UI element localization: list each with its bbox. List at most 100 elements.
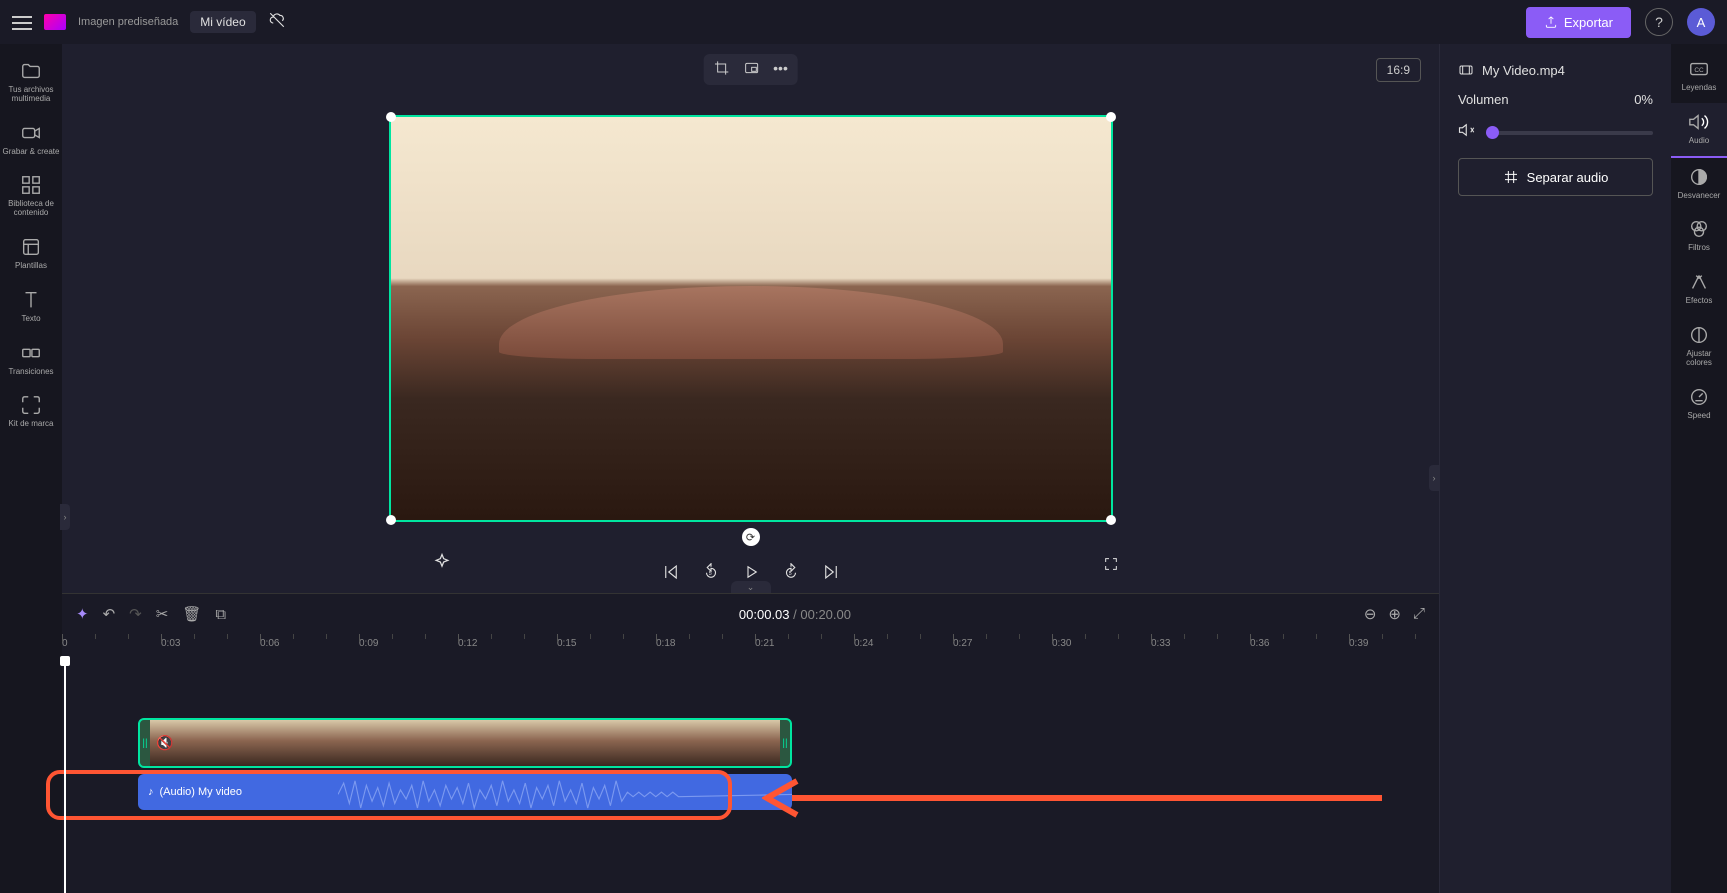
sidebar-item-captions[interactable]: CC Leyendas — [1671, 50, 1727, 103]
ruler-mark: 0:36 — [1250, 638, 1269, 649]
ruler-mark: 0:03 — [161, 638, 180, 649]
ruler-mark: 0:15 — [557, 638, 576, 649]
menu-icon[interactable] — [12, 12, 32, 32]
clip-title: My Video.mp4 — [1458, 62, 1653, 78]
sidebar-item-adjust[interactable]: Ajustar colores — [1671, 316, 1727, 378]
total-time: 00:20.00 — [800, 607, 851, 622]
sidebar-item-text[interactable]: Texto — [0, 281, 62, 334]
annotation-arrow-icon — [762, 778, 1382, 818]
redo-icon[interactable]: ↷ — [129, 605, 142, 623]
main: Tus archivos multimedia Grabar & create … — [0, 44, 1727, 893]
resize-handle-tl[interactable] — [386, 112, 396, 122]
slider-thumb[interactable] — [1486, 126, 1499, 139]
timeline-left-tools: ✦ ↶ ↷ ✂ 🗑 ⧉ — [76, 605, 226, 623]
center-area: ••• 16:9 ⟳ 5 5 ⌄ — [62, 44, 1439, 893]
zoom-in-icon[interactable]: ⊕ — [1388, 605, 1401, 623]
video-clip[interactable]: || 🔇 || — [138, 718, 792, 768]
svg-text:5: 5 — [708, 571, 711, 577]
sidebar-item-transitions[interactable]: Transiciones — [0, 334, 62, 387]
topbar: Imagen prediseñada Mi vídeo Exportar ? A — [0, 0, 1727, 44]
resize-handle-br[interactable] — [1106, 515, 1116, 525]
rewind-5-icon[interactable]: 5 — [702, 563, 720, 581]
skip-back-icon[interactable] — [662, 563, 680, 581]
cloud-off-icon[interactable] — [268, 11, 286, 34]
preview-area: ••• 16:9 ⟳ 5 5 ⌄ — [62, 44, 1439, 593]
sidebar-item-label: Biblioteca de contenido — [2, 200, 60, 218]
ruler-mark: 0:24 — [854, 638, 873, 649]
rotate-handle-icon[interactable]: ⟳ — [742, 528, 760, 546]
sidebar-item-label: Grabar & create — [3, 148, 60, 157]
clip-handle-left[interactable]: || — [140, 720, 150, 766]
clip-name: My Video.mp4 — [1482, 63, 1565, 78]
forward-5-icon[interactable]: 5 — [782, 563, 800, 581]
audio-clip[interactable]: ♪ (Audio) My video — [138, 774, 792, 810]
zoom-fit-icon[interactable]: ⤢ — [1413, 605, 1425, 623]
ruler-mark: 0:39 — [1349, 638, 1368, 649]
sidebar-item-brandkit[interactable]: Kit de marca — [0, 386, 62, 439]
properties-panel: My Video.mp4 Volumen 0% Separar audio — [1439, 44, 1671, 893]
help-icon[interactable]: ? — [1645, 8, 1673, 36]
ruler-mark: 0:33 — [1151, 638, 1170, 649]
topbar-left: Imagen prediseñada Mi vídeo — [12, 11, 286, 34]
ruler-mark: 0 — [62, 638, 68, 649]
resize-handle-bl[interactable] — [386, 515, 396, 525]
speaker-mute-icon[interactable] — [1458, 121, 1476, 144]
playback-controls: 5 5 — [662, 563, 840, 581]
volume-slider[interactable] — [1486, 131, 1653, 135]
timeline-collapse-icon[interactable]: ⌄ — [731, 581, 771, 593]
sidebar-item-record[interactable]: Grabar & create — [0, 114, 62, 167]
timecode: 00:00.03 / 00:20.00 — [242, 607, 1348, 622]
export-label: Exportar — [1564, 15, 1613, 30]
right-panel-collapse-icon[interactable]: › — [1429, 465, 1439, 491]
sidebar-item-label: Kit de marca — [9, 420, 54, 429]
duplicate-icon[interactable]: ⧉ — [215, 606, 226, 623]
volume-row: Volumen 0% — [1458, 92, 1653, 107]
sidebar-item-library[interactable]: Biblioteca de contenido — [0, 166, 62, 228]
timeline-ruler[interactable]: 00:030:060:090:120:150:180:210:240:270:3… — [62, 634, 1439, 658]
ruler-mark: 0:12 — [458, 638, 477, 649]
crop-icon[interactable] — [713, 60, 729, 79]
skip-forward-icon[interactable] — [822, 563, 840, 581]
app-logo — [44, 14, 66, 30]
magic-icon[interactable]: ✦ — [76, 605, 89, 623]
sidebar-item-effects[interactable]: Efectos — [1671, 263, 1727, 316]
clip-handle-right[interactable]: || — [780, 720, 790, 766]
split-icon[interactable]: ✂ — [156, 605, 169, 623]
export-button[interactable]: Exportar — [1526, 7, 1631, 38]
video-preview[interactable]: ⟳ — [389, 115, 1113, 522]
resize-handle-tr[interactable] — [1106, 112, 1116, 122]
sidebar-item-label: Ajustar colores — [1673, 350, 1725, 368]
mute-icon[interactable]: 🔇 — [156, 735, 173, 752]
zoom-out-icon[interactable]: ⊖ — [1364, 605, 1377, 623]
aspect-ratio-chip[interactable]: 16:9 — [1376, 58, 1421, 82]
avatar[interactable]: A — [1687, 8, 1715, 36]
video-chip-icon — [1458, 62, 1474, 78]
sidebar-item-media[interactable]: Tus archivos multimedia — [0, 52, 62, 114]
ruler-mark: 0:21 — [755, 638, 774, 649]
svg-text:CC: CC — [1694, 67, 1704, 74]
sidebar-item-speed[interactable]: Speed — [1671, 378, 1727, 431]
separate-audio-button[interactable]: Separar audio — [1458, 158, 1653, 196]
sidebar-item-label: Desvanecer — [1678, 192, 1721, 201]
sidebar-item-fade[interactable]: Desvanecer — [1671, 158, 1727, 211]
preview-toolbar: ••• — [703, 54, 798, 85]
undo-icon[interactable]: ↶ — [103, 605, 116, 623]
sidebar-item-audio[interactable]: Audio — [1671, 103, 1727, 158]
sidebar-item-label: Tus archivos multimedia — [2, 86, 60, 104]
sidebar-item-filters[interactable]: Filtros — [1671, 210, 1727, 263]
sidebar-item-templates[interactable]: Plantillas — [0, 228, 62, 281]
pip-icon[interactable] — [743, 60, 759, 79]
ruler-mark: 0:30 — [1052, 638, 1071, 649]
delete-icon[interactable]: 🗑 — [182, 605, 201, 623]
ai-sparkle-icon[interactable] — [432, 552, 452, 577]
project-title[interactable]: Mi vídeo — [190, 11, 255, 33]
ruler-mark: 0:27 — [953, 638, 972, 649]
fullscreen-icon[interactable] — [1103, 556, 1119, 577]
ruler-mark: 0:09 — [359, 638, 378, 649]
sidebar-item-label: Texto — [21, 315, 40, 324]
more-icon[interactable]: ••• — [773, 60, 788, 79]
current-time: 00:00.03 — [739, 607, 790, 622]
right-sidebar: CC Leyendas Audio Desvanecer Filtros Efe… — [1671, 44, 1727, 893]
play-icon[interactable] — [742, 563, 760, 581]
playhead[interactable] — [64, 658, 66, 893]
